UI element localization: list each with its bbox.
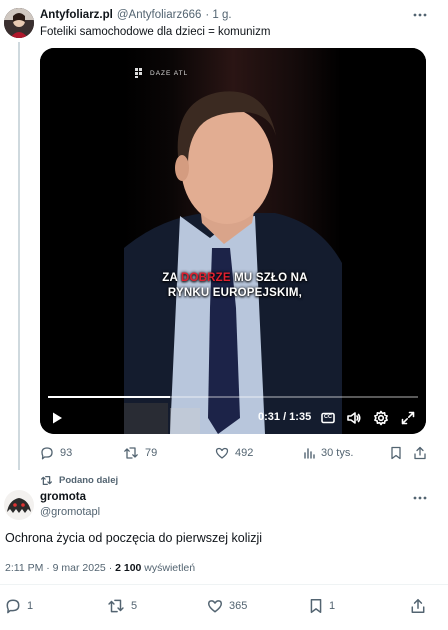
reply-button[interactable]: 93: [40, 446, 72, 460]
watermark-logo-icon: [135, 68, 145, 78]
video-progress-bar[interactable]: [48, 396, 418, 398]
more-options-icon[interactable]: [412, 494, 428, 502]
bookmark-icon[interactable]: [390, 446, 402, 460]
tweet-timestamp[interactable]: 2:11 PM · 9 mar 2025 ·: [5, 562, 115, 574]
reply-count: 1: [27, 600, 34, 612]
bookmark-button[interactable]: 1: [309, 598, 335, 614]
views-button[interactable]: 30 tys.: [303, 446, 353, 460]
reply-count: 93: [60, 447, 73, 459]
repost-indicator[interactable]: Podano dalej: [40, 475, 118, 486]
play-icon[interactable]: [50, 411, 64, 425]
views-count: 2 100: [115, 562, 142, 574]
retweet-button[interactable]: 5: [107, 598, 137, 614]
views-count: 30 tys.: [321, 447, 354, 459]
settings-gear-icon[interactable]: [373, 410, 389, 426]
video-watermark: DAZE ATL: [135, 68, 188, 78]
reply-tweet[interactable]: gromota @gromotapl Ochrona życia od pocz…: [0, 486, 448, 630]
share-icon[interactable]: [413, 446, 427, 460]
repost-label: Podano dalej: [59, 475, 119, 486]
video-caption: ZA DOBRZE MU SZŁO NA RYNKU EUROPEJSKIM,: [162, 272, 308, 299]
avatar[interactable]: [4, 8, 34, 38]
video-progress-fill: [48, 396, 171, 398]
tweet-meta: 2:11 PM · 9 mar 2025 · 2 100 wyświetleń: [5, 562, 195, 574]
retweet-count: 5: [131, 600, 138, 612]
timestamp[interactable]: · 1 g.: [205, 9, 231, 21]
like-button[interactable]: 365: [207, 598, 247, 614]
bookmark-icon: [309, 598, 323, 614]
share-icon[interactable]: [410, 598, 426, 614]
reply-button[interactable]: 1: [5, 598, 33, 614]
thread-line: [18, 42, 20, 470]
heart-icon: [215, 446, 229, 460]
reply-icon: [5, 598, 21, 614]
avatar[interactable]: [4, 490, 34, 520]
more-options-icon[interactable]: [412, 11, 428, 19]
like-count: 492: [235, 447, 254, 459]
views-chart-icon: [303, 446, 315, 460]
retweet-icon: [123, 446, 139, 460]
handle[interactable]: @Antyfoliarz666: [117, 9, 202, 21]
fullscreen-icon[interactable]: [400, 410, 416, 426]
repost-icon: [40, 475, 53, 486]
reply-icon: [40, 446, 54, 460]
bookmark-count: 1: [329, 600, 336, 612]
retweet-count: 79: [145, 447, 158, 459]
volume-icon[interactable]: [346, 410, 362, 426]
video-player[interactable]: DAZE ATL ZA DOBRZE MU SZŁO NA RYNKU EURO…: [40, 48, 426, 434]
like-count: 365: [229, 600, 248, 612]
heart-icon: [207, 598, 223, 614]
views-label: wyświetleń: [141, 562, 196, 574]
retweet-button[interactable]: 79: [123, 446, 157, 460]
tweet-text: Ochrona życia od poczęcia do pierwszej k…: [5, 531, 263, 545]
divider: [0, 584, 448, 585]
handle[interactable]: @gromotapl: [40, 506, 100, 518]
display-name[interactable]: Antyfoliarz.pl: [40, 9, 113, 21]
video-time: 0:31 / 1:35: [258, 411, 312, 423]
quoted-tweet[interactable]: Antyfoliarz.pl @Antyfoliarz666 · 1 g. Fo…: [0, 0, 448, 470]
like-button[interactable]: 492: [215, 446, 253, 460]
watermark-text: DAZE ATL: [150, 69, 189, 77]
tweet-text: Foteliki samochodowe dla dzieci = komuni…: [40, 26, 271, 38]
retweet-icon: [107, 598, 125, 614]
display-name[interactable]: gromota: [40, 491, 86, 503]
video-frame: [40, 48, 426, 434]
